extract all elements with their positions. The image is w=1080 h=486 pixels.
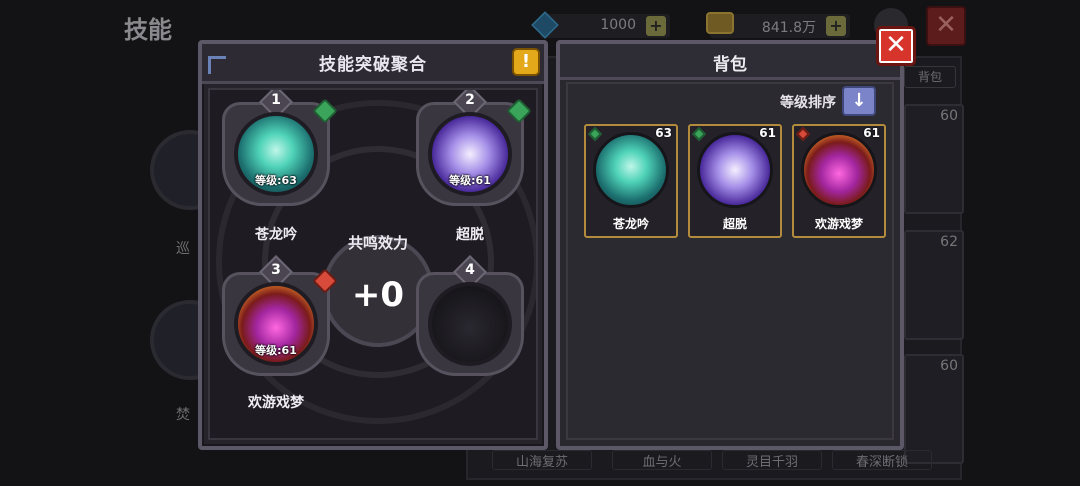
slot-index: 1 [271,92,281,108]
backpack-header: 背包 [560,44,900,80]
item-level: 61 [863,126,880,140]
item-name: 苍龙吟 [612,217,649,231]
resonance-label: 共鸣效力 [347,234,408,252]
backpack-body: 等级排序 ↓ 63 苍龙吟 61 超脱 61 欢游戏梦 [566,82,894,440]
bg-card-level: 62 [940,234,958,250]
item-level: 63 [655,126,672,140]
fusion-title: 技能突破聚合 [319,55,427,75]
coin-add-button[interactable]: + [826,16,846,36]
item-level: 61 [759,126,776,140]
slot-level: 等级:63 [255,174,297,187]
bg-bottom-label: 灵目千羽 [722,450,822,470]
close-button[interactable]: ✕ [876,26,916,66]
backpack-panel: 背包 等级排序 ↓ 63 苍龙吟 61 超脱 61 欢游戏梦 [556,40,904,450]
bg-skill-label: 焚 [176,407,190,423]
element-gem-icon [795,126,811,142]
bg-card: 60 [904,354,964,464]
coin-value: 841.8万 [761,20,816,36]
bg-card: 62 [904,230,964,340]
slot-name: 欢游戏梦 [248,395,304,411]
fusion-slot-1[interactable]: 1 等级:63 [216,90,338,208]
bg-tab-bag: 背包 [904,66,956,88]
item-name: 超脱 [722,217,747,231]
element-gem-icon [587,126,603,142]
empty-slot-flame-icon [428,282,512,366]
slot-name: 超脱 [456,227,484,243]
bg-card-level: 60 [940,358,958,374]
bag-item[interactable]: 61 欢游戏梦 [792,124,886,238]
bg-bottom-label: 山海复苏 [492,450,592,470]
slot-level: 等级:61 [255,344,297,357]
gem-icon [531,11,559,39]
gem-value: 1000 [600,17,636,33]
bg-card-level: 60 [940,108,958,124]
sort-button[interactable]: ↓ [842,86,876,116]
bg-bottom-label: 血与火 [612,450,712,470]
shatter-skill-icon [697,132,773,208]
fusion-slot-2[interactable]: 2 等级:61 [410,90,532,208]
slot-name: 苍龙吟 [255,227,297,243]
slot-level: 等级:61 [449,174,491,187]
gem-counter: 1000 + [531,11,670,39]
info-button[interactable]: ! [512,48,540,76]
skill-fusion-panel: 技能突破聚合 ! 共鸣效力 +0 1 等级:63 苍龙吟 2 等级:61 超脱 [198,40,548,450]
element-gem-icon [691,126,707,142]
slot-index: 2 [465,92,475,108]
backpack-title: 背包 [713,55,747,75]
coin-counter: 841.8万 + [706,12,850,38]
fusion-slot-3[interactable]: 3 等级:61 [216,255,338,378]
coin-chest-icon [706,12,734,34]
slot-index: 4 [465,262,475,278]
bag-item[interactable]: 63 苍龙吟 [584,124,678,238]
item-name: 欢游戏梦 [814,217,863,231]
bg-close-button: ✕ [926,6,966,46]
dream-skill-icon [801,132,877,208]
bg-skill-label: 巡 [176,241,190,257]
sort-label: 等级排序 [780,95,836,111]
fusion-body: 共鸣效力 +0 1 等级:63 苍龙吟 2 等级:61 超脱 3 等级:61 欢… [208,88,538,440]
dragon-skill-icon [593,132,669,208]
bg-card: 60 [904,104,964,214]
bg-bottom-label: 春深断锁 [832,450,932,470]
gem-add-button[interactable]: + [646,16,666,36]
bag-item[interactable]: 61 超脱 [688,124,782,238]
slot-index: 3 [271,262,281,278]
fusion-header: 技能突破聚合 ! [202,44,544,84]
fusion-slot-4[interactable]: 4 [410,255,530,378]
screen-title: 技能 [124,16,172,44]
